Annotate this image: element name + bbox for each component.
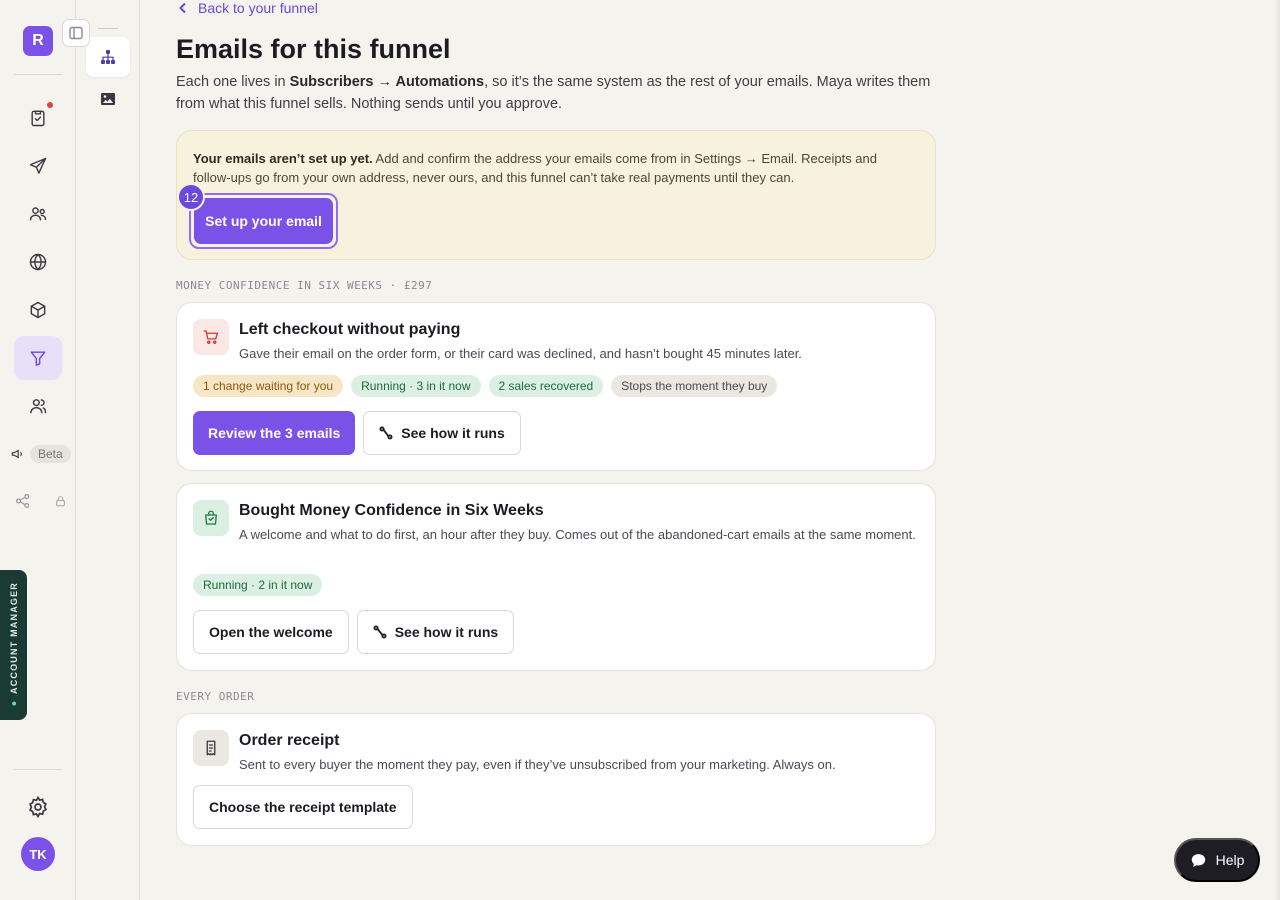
globe-icon <box>29 253 47 271</box>
card-bought-product: Bought Money Confidence in Six Weeks A w… <box>176 483 936 671</box>
receipt-icon <box>206 740 216 756</box>
checklist-icon <box>31 110 45 127</box>
users-icon <box>30 399 47 414</box>
card-description: Sent to every buyer the moment they pay,… <box>239 757 836 772</box>
megaphone-icon <box>11 449 22 459</box>
section-label-orders: EVERY ORDER <box>176 690 255 703</box>
card-icon <box>193 319 229 355</box>
intro-text-1: Each one lives in <box>176 74 290 90</box>
card-actions: Review the 3 emails See how it runs <box>193 411 521 455</box>
card-icon <box>193 730 229 766</box>
status-pills: Running · 2 in it now <box>193 574 323 596</box>
nav-team[interactable] <box>14 384 62 428</box>
edge-shadow <box>1274 0 1280 900</box>
beta-badge: Beta <box>30 445 71 463</box>
back-link-label: Back to your funnel <box>198 0 318 16</box>
settings-button[interactable] <box>26 795 50 824</box>
email-setup-warning: Your emails aren’t set up yet. Add and c… <box>176 130 936 260</box>
people-icon <box>29 207 47 221</box>
status-badge-stop-rule: Stops the moment they buy <box>611 375 778 397</box>
cart-icon <box>203 330 219 344</box>
nav-tasks[interactable] <box>14 96 62 140</box>
affiliates-row[interactable] <box>14 492 67 510</box>
step-badge: 12 <box>177 183 205 211</box>
share-icon <box>16 494 30 508</box>
sitemap-icon <box>101 50 115 64</box>
user-avatar[interactable]: TK <box>21 837 55 871</box>
notification-dot <box>47 102 53 108</box>
image-icon <box>101 93 115 105</box>
review-emails-button[interactable]: Review the 3 emails <box>193 411 356 455</box>
subnav-media[interactable] <box>86 79 130 119</box>
account-manager-label: ● ACCOUNT MANAGER <box>9 582 19 709</box>
gear-icon <box>29 795 47 819</box>
intro-path: Subscribers → Automations <box>289 74 485 90</box>
card-description: A welcome and what to do first, an hour … <box>239 527 916 542</box>
status-badge-recovered: 2 sales recovered <box>488 375 604 397</box>
help-label: Help <box>1215 852 1245 868</box>
page-title: Emails for this funnel <box>176 34 451 64</box>
setup-email-highlight: Set up your email <box>189 193 338 249</box>
subnav-flow[interactable] <box>86 37 130 77</box>
account-manager-tab[interactable]: ● ACCOUNT MANAGER <box>0 570 27 720</box>
see-how-label: See how it runs <box>401 425 505 441</box>
sidebar-toggle-icon <box>69 26 83 40</box>
subnav-divider <box>98 28 118 29</box>
card-actions: Open the welcome See how it runs <box>193 610 515 654</box>
card-title: Left checkout without paying <box>239 321 461 338</box>
see-how-it-runs-button[interactable]: See how it runs <box>363 411 521 455</box>
section-label-product: MONEY CONFIDENCE IN SIX WEEKS · £297 <box>176 279 433 292</box>
card-abandoned-checkout: Left checkout without paying Gave their … <box>176 302 936 471</box>
card-description: Gave their email on the order form, or t… <box>239 346 802 361</box>
see-how-it-runs-button[interactable]: See how it runs <box>356 610 515 654</box>
nav-products[interactable] <box>14 288 62 332</box>
card-title: Bought Money Confidence in Six Weeks <box>239 502 544 519</box>
status-badge-running: Running · 2 in it now <box>193 574 323 596</box>
beta-feature-row[interactable]: Beta <box>10 444 71 464</box>
chevron-left-icon <box>179 2 186 14</box>
chat-bubble-icon <box>1191 853 1205 867</box>
account-manager-text: ACCOUNT MANAGER <box>8 581 19 694</box>
card-actions: Choose the receipt template <box>193 785 413 829</box>
back-to-funnel-link[interactable]: Back to your funnel <box>176 0 318 16</box>
card-order-receipt: Order receipt Sent to every buyer the mo… <box>176 713 936 846</box>
box-icon <box>30 301 46 319</box>
help-button[interactable]: Help <box>1174 838 1260 882</box>
route-icon <box>373 625 387 639</box>
setup-email-button[interactable]: Set up your email <box>194 198 333 244</box>
status-badge-changes: 1 change waiting for you <box>193 375 344 397</box>
page-intro: Each one lives in Subscribers → Automati… <box>176 71 946 115</box>
lock-icon <box>56 495 65 506</box>
send-icon <box>29 157 47 174</box>
funnel-subnav <box>76 0 140 900</box>
route-icon <box>379 426 393 440</box>
status-pills: 1 change waiting for you Running · 3 in … <box>193 375 778 397</box>
warning-text: Your emails aren’t set up yet. Add and c… <box>193 149 913 187</box>
funnel-icon <box>30 351 46 366</box>
online-dot-icon: ● <box>8 693 19 709</box>
nav-broadcasts[interactable] <box>14 144 62 188</box>
see-how-label: See how it runs <box>394 624 499 640</box>
app-rail: R Beta TK <box>0 0 90 900</box>
shopping-bag-icon <box>205 510 217 525</box>
collapse-sidebar-button[interactable] <box>62 19 90 47</box>
open-welcome-button[interactable]: Open the welcome <box>193 610 349 654</box>
card-title: Order receipt <box>239 732 340 749</box>
nav-subscribers[interactable] <box>14 192 62 236</box>
nav-websites[interactable] <box>14 240 62 284</box>
warning-heading: Your emails aren’t set up yet. <box>193 151 373 166</box>
rail-divider-bottom <box>14 769 62 770</box>
rail-divider <box>14 74 62 75</box>
choose-receipt-template-button[interactable]: Choose the receipt template <box>193 785 413 829</box>
card-icon <box>193 500 229 536</box>
status-badge-running: Running · 3 in it now <box>351 375 481 397</box>
workspace-logo[interactable]: R <box>23 26 53 56</box>
nav-funnels[interactable] <box>14 336 62 380</box>
